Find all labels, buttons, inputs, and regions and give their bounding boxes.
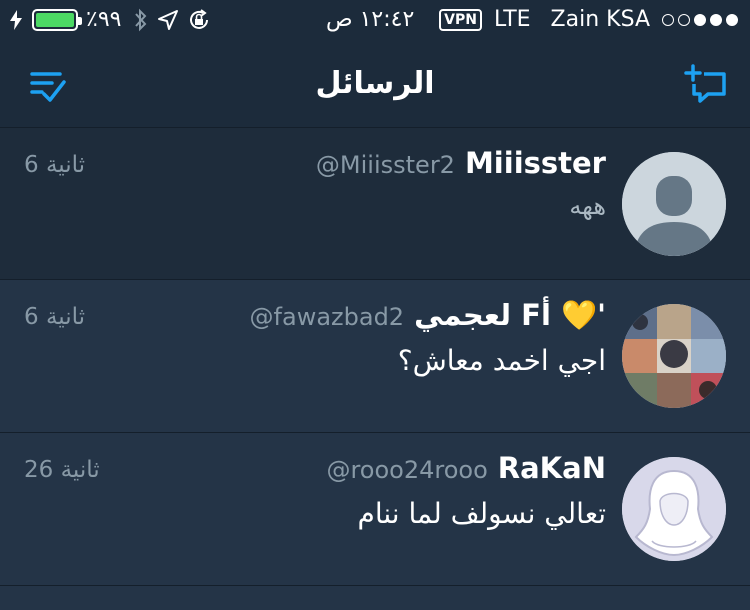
signal-dot — [662, 14, 674, 26]
signal-dot — [726, 14, 738, 26]
collage-avatar-icon — [622, 304, 726, 408]
avatar[interactable] — [622, 304, 726, 408]
network-type: LTE — [493, 7, 531, 32]
status-right: VPN LTE Zain KSA — [439, 6, 738, 34]
timestamp: 6 ثانية — [24, 304, 86, 330]
avatar[interactable] — [622, 457, 726, 561]
page-title: الرسائل — [315, 66, 435, 101]
conversation-item[interactable]: Miiisster @Miiisster2 6 ثانية ههه — [0, 128, 750, 280]
message-preview: ههه — [569, 192, 606, 220]
signal-dot — [694, 14, 706, 26]
new-message-icon[interactable] — [684, 64, 728, 108]
conversation-header: '💛 أF لعجمي @fawazbad2 — [250, 298, 606, 333]
default-avatar-icon — [622, 152, 726, 256]
avatar[interactable] — [622, 152, 726, 256]
heart-emoji: 💛 — [561, 298, 598, 332]
signal-strength-icon — [662, 14, 738, 26]
charging-bolt-icon — [8, 9, 24, 31]
name-text: أF لعجمي — [414, 298, 551, 332]
battery-icon — [32, 9, 82, 31]
hooded-figure-avatar-icon — [622, 457, 726, 561]
display-name: Miiisster — [464, 146, 606, 180]
conversation-item-partial[interactable] — [0, 586, 750, 610]
display-name: RaKaN — [497, 451, 606, 485]
conversation-item[interactable]: RaKaN @rooo24rooo 26 ثانية تعالي نسولف ل… — [0, 433, 750, 586]
name-prefix: ' — [597, 298, 606, 332]
rotation-lock-icon — [187, 8, 211, 32]
user-handle: @rooo24rooo — [326, 456, 488, 484]
carrier-name: Zain KSA — [550, 7, 650, 32]
clock: ١٢:٤٢ ص — [326, 7, 415, 32]
battery-percent: ٪٩٩ — [86, 7, 122, 32]
signal-dot — [710, 14, 722, 26]
battery-fill — [36, 13, 74, 27]
message-preview: تعالي نسولف لما ننام — [357, 497, 606, 530]
status-left: ٪٩٩ — [8, 6, 211, 34]
display-name: '💛 أF لعجمي — [414, 298, 606, 333]
vpn-badge: VPN — [439, 9, 482, 31]
user-handle: @Miiisster2 — [315, 151, 455, 179]
conversation-item[interactable]: '💛 أF لعجمي @fawazbad2 6 ثانية اجي اخمد … — [0, 280, 750, 433]
conversation-list: Miiisster @Miiisster2 6 ثانية ههه '💛 أF … — [0, 128, 750, 610]
bluetooth-icon — [133, 8, 149, 32]
status-bar: ٪٩٩ ١٢:٤٢ ص VPN LTE Zain KSA — [0, 0, 750, 40]
nav-bar: الرسائل — [0, 40, 750, 128]
timestamp: 26 ثانية — [24, 457, 100, 483]
message-preview: اجي اخمد معاش؟ — [397, 344, 606, 377]
conversation-header: Miiisster @Miiisster2 — [316, 146, 606, 180]
app-window: ٪٩٩ ١٢:٤٢ ص VPN LTE Zain KSA الرسائل Mii… — [0, 0, 750, 610]
timestamp: 6 ثانية — [24, 152, 86, 178]
signal-dot — [678, 14, 690, 26]
user-handle: @fawazbad2 — [249, 303, 405, 331]
conversation-header: RaKaN @rooo24rooo — [326, 451, 606, 485]
location-arrow-icon — [157, 9, 179, 31]
